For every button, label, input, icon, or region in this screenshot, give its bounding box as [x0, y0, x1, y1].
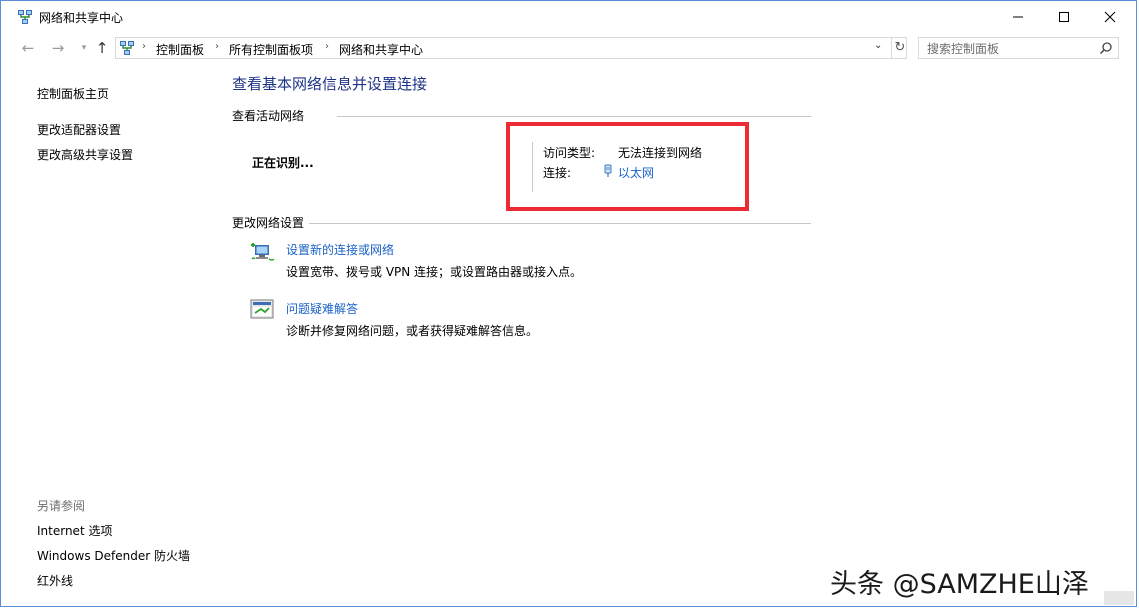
network-center-icon	[18, 10, 32, 24]
active-networks-heading: 查看活动网络	[232, 109, 305, 123]
breadcrumb-network-center[interactable]: 网络和共享中心	[339, 41, 423, 58]
breadcrumb-separator-icon: ›	[325, 41, 329, 52]
watermark: 头条 @SAMZHE山泽	[830, 569, 1089, 600]
network-sharing-center-window: 网络和共享中心 ← → ▾ ↑ › 控制面板 › 所有控制面板项 › 网络和共享…	[0, 0, 1137, 607]
minimize-button[interactable]	[995, 1, 1041, 32]
highlight-box	[506, 122, 749, 211]
forward-button[interactable]: →	[47, 39, 69, 57]
section-divider	[309, 223, 811, 224]
forward-arrow-icon: →	[51, 39, 65, 57]
breadcrumb-all-items[interactable]: 所有控制面板项	[229, 41, 313, 58]
infrared-link[interactable]: 红外线	[37, 572, 73, 589]
title-bar: 网络和共享中心	[1, 1, 1136, 32]
change-advanced-sharing-link[interactable]: 更改高级共享设置	[37, 146, 133, 163]
left-pane: 控制面板主页 更改适配器设置 更改高级共享设置 另请参阅 Internet 选项…	[1, 65, 219, 605]
breadcrumb-separator-icon: ›	[215, 41, 219, 52]
troubleshoot-icon	[250, 299, 274, 319]
up-arrow-icon: ↑	[95, 39, 109, 57]
network-status: 正在识别...	[252, 156, 314, 170]
window-title: 网络和共享中心	[39, 11, 124, 25]
page-title: 查看基本网络信息并设置连接	[232, 75, 428, 93]
see-also-heading: 另请参阅	[37, 499, 86, 513]
back-arrow-icon: ←	[21, 39, 35, 57]
section-divider	[337, 116, 811, 117]
maximize-icon	[1059, 11, 1069, 22]
breadcrumb-separator-icon: ›	[142, 41, 146, 52]
close-button[interactable]	[1087, 1, 1133, 32]
maximize-button[interactable]	[1041, 1, 1087, 32]
resize-grip-icon[interactable]	[1104, 591, 1134, 605]
chevron-down-icon: ▾	[81, 43, 87, 53]
control-panel-icon	[120, 41, 134, 55]
refresh-button[interactable]: ↻	[891, 38, 908, 58]
address-dropdown-icon[interactable]: ⌄	[874, 40, 882, 51]
defender-firewall-link[interactable]: Windows Defender 防火墙	[37, 547, 190, 564]
change-settings-heading: 更改网络设置	[232, 216, 305, 230]
up-button[interactable]: ↑	[91, 39, 113, 57]
control-panel-home-link[interactable]: 控制面板主页	[37, 85, 109, 102]
close-icon	[1104, 11, 1116, 22]
navigation-bar: ← → ▾ ↑ › 控制面板 › 所有控制面板项 › 网络和共享中心 ⌄ ↻	[1, 33, 1136, 63]
search-box[interactable]	[918, 37, 1119, 60]
setup-new-connection-link[interactable]: 设置新的连接或网络	[286, 241, 394, 258]
minimize-icon	[1013, 16, 1023, 17]
troubleshoot-link[interactable]: 问题疑难解答	[286, 300, 358, 317]
search-icon[interactable]	[1099, 41, 1113, 55]
breadcrumb-control-panel[interactable]: 控制面板	[156, 41, 204, 58]
change-adapter-settings-link[interactable]: 更改适配器设置	[37, 121, 121, 138]
search-input[interactable]	[919, 38, 1099, 60]
internet-options-link[interactable]: Internet 选项	[37, 522, 112, 539]
new-connection-icon	[251, 243, 275, 261]
setup-new-connection-desc: 设置宽带、拨号或 VPN 连接；或设置路由器或接入点。	[286, 265, 583, 279]
address-bar[interactable]: › 控制面板 › 所有控制面板项 › 网络和共享中心 ⌄ ↻	[115, 37, 907, 59]
troubleshoot-desc: 诊断并修复网络问题，或者获得疑难解答信息。	[286, 324, 539, 338]
back-button[interactable]: ←	[17, 39, 39, 57]
